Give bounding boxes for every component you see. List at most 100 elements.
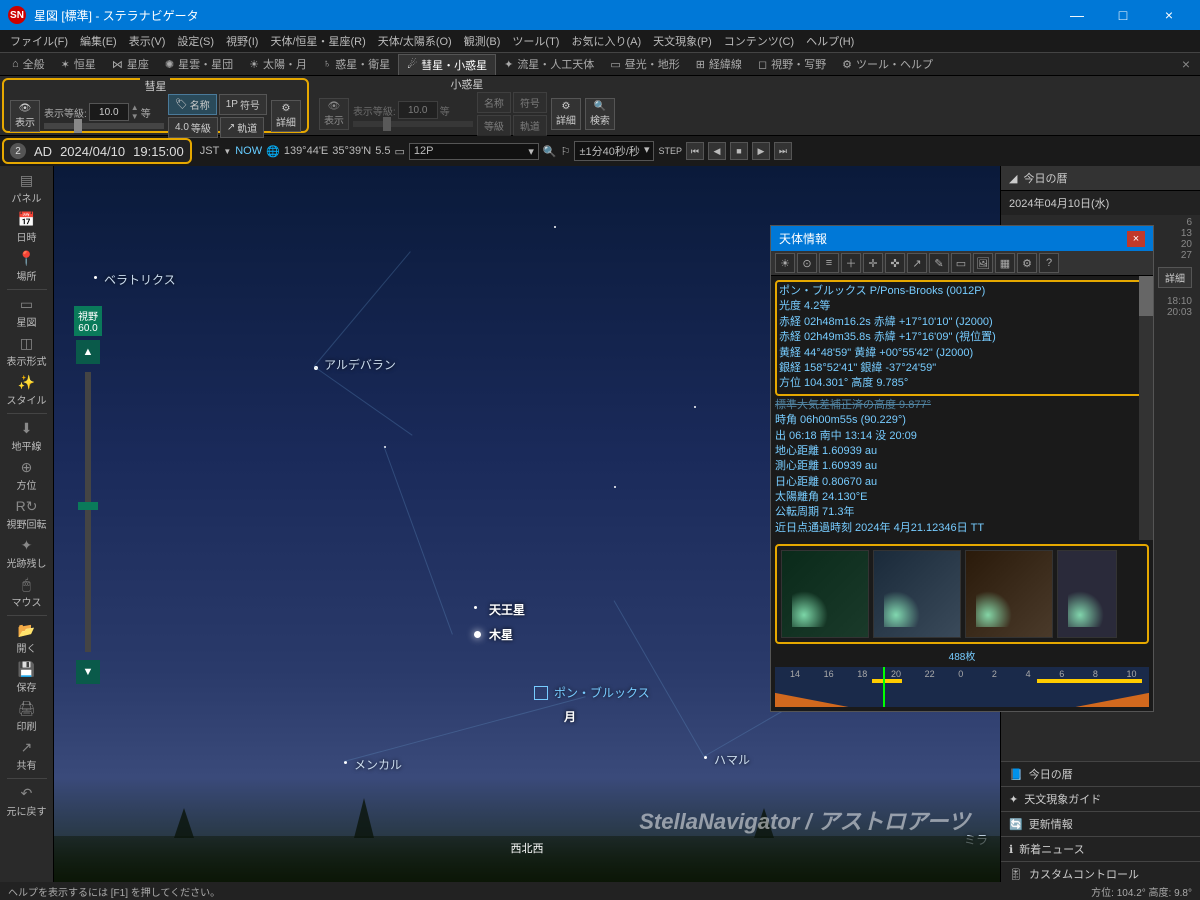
lt-rotation[interactable]: R↻視野回転: [5, 496, 49, 533]
menu-view[interactable]: 表示(V): [123, 31, 172, 51]
comet-show-button[interactable]: 👁表示: [10, 100, 40, 132]
object-select[interactable]: 12P ▾: [409, 143, 539, 160]
thumbnail[interactable]: [1057, 550, 1117, 638]
menu-fov[interactable]: 視野(I): [220, 31, 264, 51]
lt-undo[interactable]: ↶元に戻す: [5, 783, 49, 820]
search-icon[interactable]: 🔍: [543, 145, 557, 158]
lt-mouse[interactable]: 🖱マウス: [5, 574, 49, 611]
close-button[interactable]: ×: [1146, 0, 1192, 30]
time-display[interactable]: 2 AD 2024/04/10 19:15:00: [2, 138, 192, 164]
maximize-button[interactable]: □: [1100, 0, 1146, 30]
tab-fov[interactable]: ◻視野・写野: [750, 54, 834, 74]
oi-help-icon[interactable]: ?: [1039, 253, 1059, 273]
tab-daylight[interactable]: ▭昼光・地形: [602, 54, 687, 74]
comet-detail-button[interactable]: ⚙詳細: [271, 100, 301, 132]
latitude[interactable]: 35°39'N: [332, 145, 371, 157]
asteroid-detail-button[interactable]: ⚙詳細: [551, 98, 581, 130]
menu-help[interactable]: ヘルプ(H): [800, 31, 860, 51]
lt-print[interactable]: 🖨印刷: [5, 698, 49, 735]
lt-panel[interactable]: ▤パネル: [5, 170, 49, 207]
almanac-detail-button[interactable]: 詳細: [1158, 267, 1192, 288]
menu-observe[interactable]: 観測(B): [458, 31, 507, 51]
lt-share[interactable]: ↗共有: [5, 737, 49, 774]
menu-contents[interactable]: コンテンツ(C): [718, 31, 800, 51]
menu-edit[interactable]: 編集(E): [74, 31, 123, 51]
comet-mag-input[interactable]: [89, 103, 129, 121]
lt-displaymode[interactable]: ◫表示形式: [5, 333, 49, 370]
link-events[interactable]: ✦天文現象ガイド: [1001, 786, 1200, 811]
lt-chart[interactable]: ▭星図: [5, 294, 49, 331]
lt-location[interactable]: 📍場所: [5, 248, 49, 285]
date-value[interactable]: 2024/04/10: [60, 144, 125, 159]
oi-target-icon[interactable]: ⊙: [797, 253, 817, 273]
oi-plus-icon[interactable]: ＋: [841, 253, 861, 273]
asteroid-code-button[interactable]: 符号: [513, 92, 547, 113]
comet-name-button[interactable]: 🏷名称: [168, 94, 217, 115]
tab-stars[interactable]: ✶恒星: [53, 54, 104, 74]
thumbnail[interactable]: [965, 550, 1053, 638]
tab-general[interactable]: ⌂全般: [4, 54, 53, 74]
visibility-timeline[interactable]: 14 16 18 20 22 0 2 4 6 8 10: [775, 667, 1149, 707]
comet-mag-slider[interactable]: [44, 123, 164, 129]
lt-save[interactable]: 💾保存: [5, 659, 49, 696]
menu-stars[interactable]: 天体/恒星・星座(R): [264, 31, 371, 51]
tab-constellations[interactable]: ⋈星座: [104, 54, 157, 74]
object-info-close-button[interactable]: ×: [1127, 231, 1145, 247]
oi-image-icon[interactable]: 🖼: [973, 253, 993, 273]
oi-arrow-icon[interactable]: ↗: [907, 253, 927, 273]
oi-grid-icon[interactable]: ▦: [995, 253, 1015, 273]
skip-forward-button[interactable]: ⏭: [774, 142, 792, 160]
bookmark-icon[interactable]: ⚐: [561, 145, 571, 158]
comet-code-button[interactable]: 1P符号: [219, 94, 267, 115]
lt-open[interactable]: 📂開く: [5, 620, 49, 657]
asteroid-show-button[interactable]: 👁表示: [319, 98, 349, 130]
tab-planets[interactable]: ♄惑星・衛星: [315, 54, 398, 74]
link-updates[interactable]: 🔄更新情報: [1001, 811, 1200, 836]
lt-horizon[interactable]: ⬇地平線: [5, 418, 49, 455]
zoom-out-button[interactable]: ▼: [76, 660, 100, 684]
play-forward-button[interactable]: ▶: [752, 142, 770, 160]
screen-icon[interactable]: ▭: [394, 145, 404, 158]
asteroid-orbit-button[interactable]: 軌道: [513, 115, 547, 136]
tab-comets[interactable]: ☄彗星・小惑星: [398, 54, 496, 75]
oi-pencil-icon[interactable]: ✎: [929, 253, 949, 273]
menu-events[interactable]: 天文現象(P): [647, 31, 718, 51]
minimize-button[interactable]: —: [1054, 0, 1100, 30]
menu-solar[interactable]: 天体/太陽系(O): [372, 31, 458, 51]
play-back-button[interactable]: ◀: [708, 142, 726, 160]
timestep-select[interactable]: ±1分40秒/秒 ▾: [574, 141, 654, 161]
oi-frame-icon[interactable]: ▭: [951, 253, 971, 273]
lt-azimuth[interactable]: ⊕方位: [5, 457, 49, 494]
asteroid-name-button[interactable]: 名称: [477, 92, 511, 113]
lt-datetime[interactable]: 📅日時: [5, 209, 49, 246]
close-tabs-button[interactable]: ×: [1176, 56, 1196, 72]
lt-trails[interactable]: ✦光跡残し: [5, 535, 49, 572]
asteroid-mag-slider[interactable]: [353, 121, 473, 127]
menu-fav[interactable]: お気に入り(A): [565, 31, 647, 51]
asteroid-search-button[interactable]: 🔍検索: [585, 98, 615, 130]
longitude[interactable]: 139°44'E: [284, 145, 328, 157]
object-info-titlebar[interactable]: 天体情報 ×: [771, 226, 1153, 251]
tab-grid[interactable]: ⊞経緯線: [688, 54, 750, 74]
now-icon[interactable]: NOW: [235, 145, 262, 157]
link-almanac[interactable]: 📘今日の暦: [1001, 761, 1200, 786]
comet-marker[interactable]: [534, 686, 548, 700]
comet-maglvl-button[interactable]: 4.0等級: [168, 117, 218, 138]
time-cursor[interactable]: [883, 667, 885, 707]
menu-file[interactable]: ファイル(F): [4, 31, 74, 51]
oi-list-icon[interactable]: ≡: [819, 253, 839, 273]
menu-tools[interactable]: ツール(T): [506, 31, 565, 51]
link-news[interactable]: ℹ新着ニュース: [1001, 836, 1200, 861]
oi-crosshair-icon[interactable]: ✜: [885, 253, 905, 273]
oi-sun-icon[interactable]: ☀: [775, 253, 795, 273]
almanac-header[interactable]: ◢今日の暦: [1001, 166, 1200, 191]
comet-orbit-button[interactable]: ↗軌道: [220, 117, 264, 138]
timezone-label[interactable]: JST: [200, 145, 220, 157]
tab-meteors[interactable]: ✦流星・人工天体: [496, 54, 602, 74]
object-info-window[interactable]: 天体情報 × ☀ ⊙ ≡ ＋ ✛ ✜ ↗ ✎ ▭ 🖼 ▦ ⚙ ? ポン・ブルック…: [770, 225, 1154, 712]
object-info-scrollbar[interactable]: [1139, 276, 1153, 540]
tab-nebulae[interactable]: ✺星雲・星団: [157, 54, 241, 74]
thumbnail[interactable]: [781, 550, 869, 638]
fov-slider[interactable]: [85, 372, 91, 652]
tab-sunmoon[interactable]: ☀太陽・月: [241, 54, 315, 74]
